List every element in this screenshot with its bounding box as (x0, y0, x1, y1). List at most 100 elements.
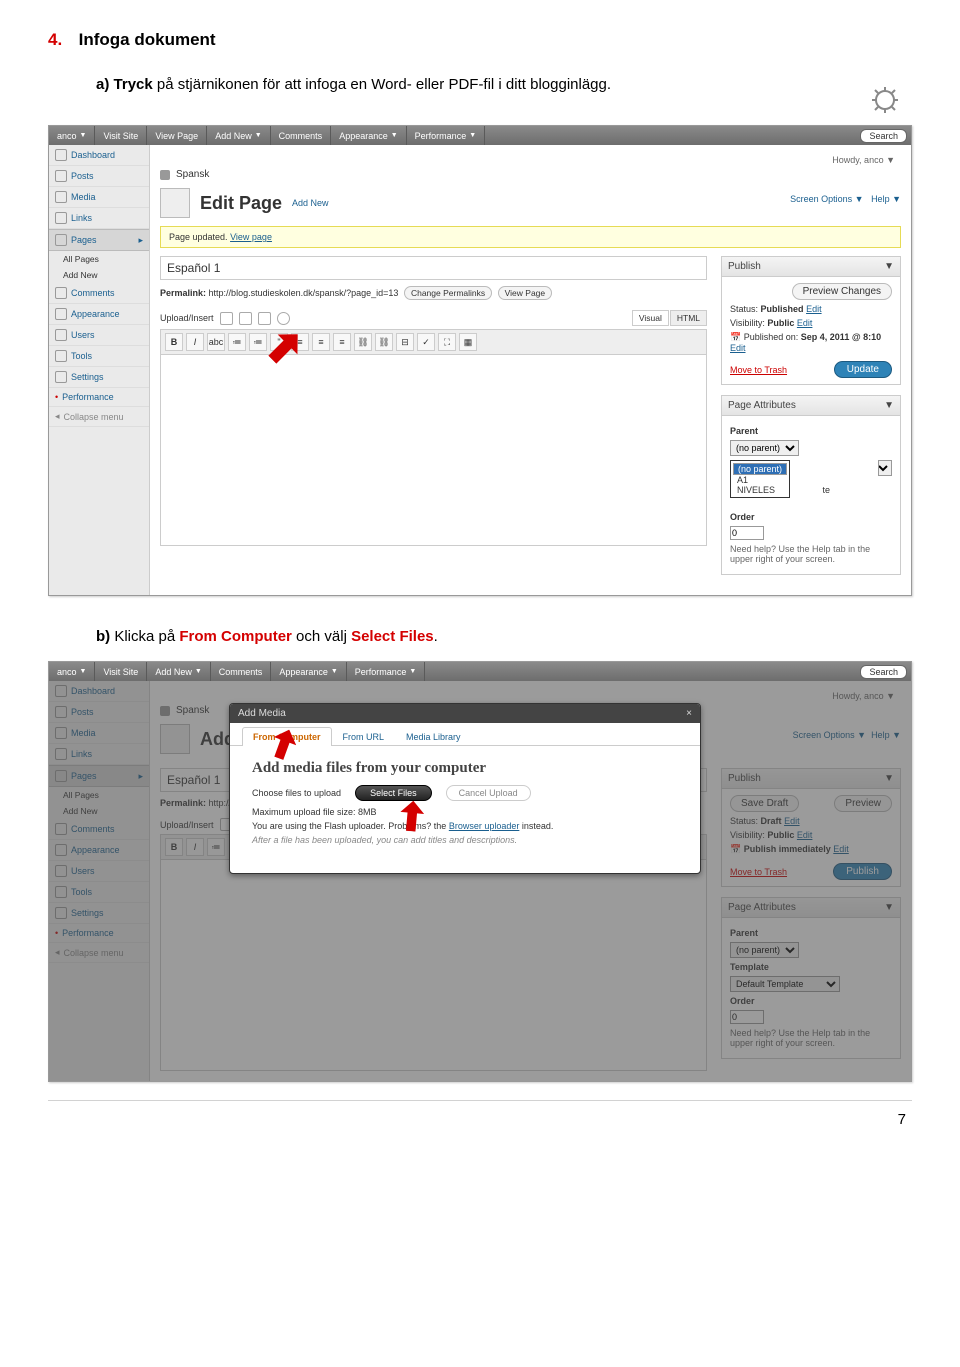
tab-from-url[interactable]: From URL (332, 727, 396, 746)
page-icon (160, 188, 190, 218)
page-attributes-panel: Page Attributes▼ Parent (no parent) (no … (721, 395, 901, 575)
add-image-icon[interactable] (220, 312, 233, 325)
align-right-button[interactable]: ≡ (333, 333, 351, 351)
close-icon[interactable]: × (686, 708, 692, 719)
sidebar-media[interactable]: Media (49, 187, 149, 208)
add-media-modal: Add Media× From Computer From URL Media … (229, 703, 701, 874)
footer-rule (48, 1100, 912, 1101)
howdy[interactable]: Howdy, anco ▼ (160, 151, 901, 169)
browser-uploader-link[interactable]: Browser uploader (449, 821, 520, 831)
topbar-visit-site[interactable]: Visit Site (95, 126, 147, 145)
tab-media-library[interactable]: Media Library (395, 727, 472, 746)
publish-panel: Publish▼ Preview Changes Status: Publish… (721, 256, 901, 385)
sidebar-dashboard[interactable]: Dashboard (49, 145, 149, 166)
sidebar-add-new[interactable]: Add New (49, 267, 149, 283)
topbar-add-new[interactable]: Add New▼ (207, 126, 270, 145)
breadcrumb: Spansk (160, 169, 901, 180)
media-icon (55, 191, 67, 203)
update-button[interactable]: Update (834, 361, 892, 378)
edit-visibility-link[interactable]: Edit (797, 318, 813, 328)
collapse-icon[interactable]: ▼ (884, 261, 894, 272)
sidebar-pages[interactable]: Pages▸ (49, 229, 149, 251)
move-to-trash-link[interactable]: Move to Trash (730, 365, 787, 375)
visual-tab[interactable]: Visual (632, 310, 669, 326)
collapse-menu[interactable]: ◂Collapse menu (49, 407, 149, 427)
sidebar-users[interactable]: Users (49, 325, 149, 346)
update-notice: Page updated. View page (160, 226, 901, 248)
sidebar-comments[interactable]: Comments (49, 283, 149, 304)
unlink-button[interactable]: ⛓ (375, 333, 393, 351)
permalink-row: Permalink: http://blog.studieskolen.dk/s… (160, 286, 707, 300)
editor-textarea[interactable] (160, 354, 707, 546)
change-permalinks-button[interactable]: Change Permalinks (404, 286, 492, 300)
after-upload-text: After a file has been uploaded, you can … (252, 835, 678, 845)
modal-title: Add Media (238, 708, 286, 719)
title-input[interactable]: Español 1 (160, 256, 707, 280)
sidebar-tools[interactable]: Tools (49, 346, 149, 367)
edit-date-link[interactable]: Edit (730, 343, 746, 353)
red-arrow-1 (268, 726, 301, 763)
comments-icon (55, 287, 67, 299)
cancel-upload-button[interactable]: Cancel Upload (446, 785, 531, 801)
topbar-performance[interactable]: Performance▼ (407, 126, 485, 145)
para-a-text: på stjärnikonen för att infoga en Word- … (157, 76, 611, 93)
search-button[interactable]: Search (860, 129, 907, 143)
screen-options[interactable]: Screen Options (790, 194, 852, 204)
sidebar-posts[interactable]: Posts (49, 166, 149, 187)
dashboard-icon (55, 149, 67, 161)
add-new-link[interactable]: Add New (292, 198, 329, 208)
add-video-icon[interactable] (239, 312, 252, 325)
para-a-bold: Tryck (114, 76, 153, 93)
page-number: 7 (48, 1111, 912, 1128)
sidebar-settings[interactable]: Settings (49, 367, 149, 388)
bold-button[interactable]: B (165, 333, 183, 351)
pages-icon (55, 234, 67, 246)
page-title: Edit Page (200, 193, 282, 214)
kitchen-sink-button[interactable]: ▦ (459, 333, 477, 351)
max-size-text: Maximum upload file size: 8MB (252, 807, 678, 817)
upload-insert-label: Upload/Insert (160, 313, 214, 323)
parent-dropdown-open[interactable]: (no parent) A1 NIVELES (730, 460, 790, 498)
add-media-icon[interactable] (277, 312, 290, 325)
italic-button[interactable]: I (186, 333, 204, 351)
sidebar-appearance[interactable]: Appearance (49, 304, 149, 325)
admin-topbar: anco▼ Visit Site View Page Add New▼ Comm… (49, 126, 911, 145)
section-title: Infoga dokument (79, 30, 216, 49)
paragraph-a: a) Tryck på stjärnikonen för att infoga … (96, 74, 912, 95)
more-button[interactable]: ⊟ (396, 333, 414, 351)
sidebar-links[interactable]: Links (49, 208, 149, 229)
view-page-link[interactable]: View page (230, 232, 272, 242)
sidebar-performance[interactable]: •Performance (49, 388, 149, 407)
paragraph-b: b) Klicka på From Computer och välj Sele… (96, 626, 912, 647)
ul-button[interactable]: ≔ (228, 333, 246, 351)
para-a-prefix: a) (96, 76, 109, 93)
link-button[interactable]: ⛓ (354, 333, 372, 351)
search-button[interactable]: Search (860, 665, 907, 679)
topbar-view-page[interactable]: View Page (147, 126, 207, 145)
admin-topbar-2: anco▼ Visit Site Add New▼ Comments Appea… (49, 662, 911, 681)
fullscreen-button[interactable]: ⛶ (438, 333, 456, 351)
topbar-appearance[interactable]: Appearance▼ (331, 126, 406, 145)
appearance-icon (55, 308, 67, 320)
choose-files-label: Choose files to upload (252, 788, 341, 798)
align-center-button[interactable]: ≡ (312, 333, 330, 351)
sidebar-all-pages[interactable]: All Pages (49, 251, 149, 267)
screenshot-add-media: anco▼ Visit Site Add New▼ Comments Appea… (48, 661, 912, 1082)
site-name[interactable]: anco▼ (49, 126, 95, 145)
spell-button[interactable]: ✓ (417, 333, 435, 351)
order-input[interactable] (730, 526, 764, 540)
edit-status-link[interactable]: Edit (806, 304, 822, 314)
view-page-button[interactable]: View Page (498, 286, 552, 300)
parent-select[interactable]: (no parent) (730, 440, 799, 456)
html-tab[interactable]: HTML (670, 310, 707, 326)
template-select[interactable] (878, 460, 892, 476)
add-audio-icon[interactable] (258, 312, 271, 325)
settings-icon (55, 371, 67, 383)
ol-button[interactable]: ≔ (249, 333, 267, 351)
strike-button[interactable]: abc (207, 333, 225, 351)
topbar-comments[interactable]: Comments (271, 126, 332, 145)
help-tab[interactable]: Help (871, 194, 890, 204)
collapse-icon[interactable]: ▼ (884, 400, 894, 411)
gear-icon (870, 85, 900, 115)
preview-changes-button[interactable]: Preview Changes (792, 283, 892, 300)
